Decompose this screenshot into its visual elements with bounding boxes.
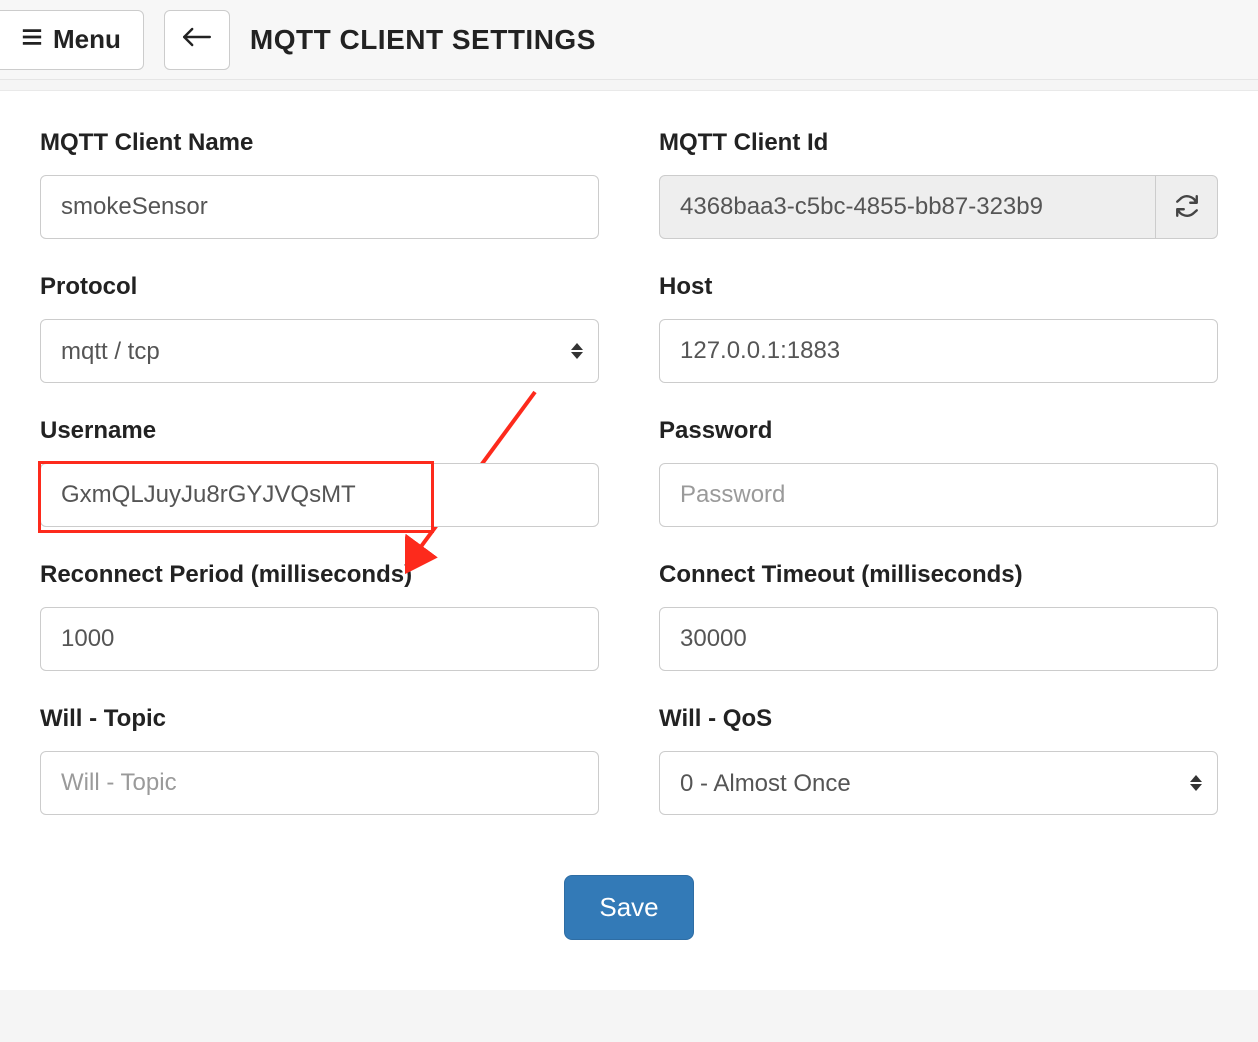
host-field[interactable] — [659, 319, 1218, 383]
settings-panel: MQTT Client Name MQTT Client Id — [0, 90, 1258, 990]
client-id-label: MQTT Client Id — [659, 129, 1218, 157]
save-button[interactable]: Save — [564, 875, 693, 940]
menu-button[interactable]: Menu — [0, 10, 144, 70]
hamburger-icon — [21, 24, 43, 55]
refresh-icon — [1174, 193, 1200, 222]
will-topic-label: Will - Topic — [40, 705, 599, 733]
protocol-label: Protocol — [40, 273, 599, 301]
client-id-field — [659, 175, 1156, 239]
password-field[interactable] — [659, 463, 1218, 527]
client-name-label: MQTT Client Name — [40, 129, 599, 157]
connect-timeout-field[interactable] — [659, 607, 1218, 671]
connect-timeout-label: Connect Timeout (milliseconds) — [659, 561, 1218, 589]
page-title: MQTT CLIENT SETTINGS — [250, 24, 596, 56]
username-field[interactable] — [40, 463, 599, 527]
back-button[interactable] — [164, 10, 230, 70]
regenerate-client-id-button[interactable] — [1156, 175, 1218, 239]
arrow-left-icon — [181, 24, 213, 55]
will-topic-field[interactable] — [40, 751, 599, 815]
password-label: Password — [659, 417, 1218, 445]
username-label: Username — [40, 417, 599, 445]
host-label: Host — [659, 273, 1218, 301]
username-highlight — [40, 463, 599, 527]
top-bar: Menu MQTT CLIENT SETTINGS — [0, 0, 1258, 80]
protocol-select[interactable]: mqtt / tcp — [40, 319, 599, 383]
menu-button-label: Menu — [53, 24, 121, 55]
will-qos-label: Will - QoS — [659, 705, 1218, 733]
reconnect-period-label: Reconnect Period (milliseconds) — [40, 561, 599, 589]
client-name-field[interactable] — [40, 175, 599, 239]
will-qos-select[interactable]: 0 - Almost Once — [659, 751, 1218, 815]
reconnect-period-field[interactable] — [40, 607, 599, 671]
